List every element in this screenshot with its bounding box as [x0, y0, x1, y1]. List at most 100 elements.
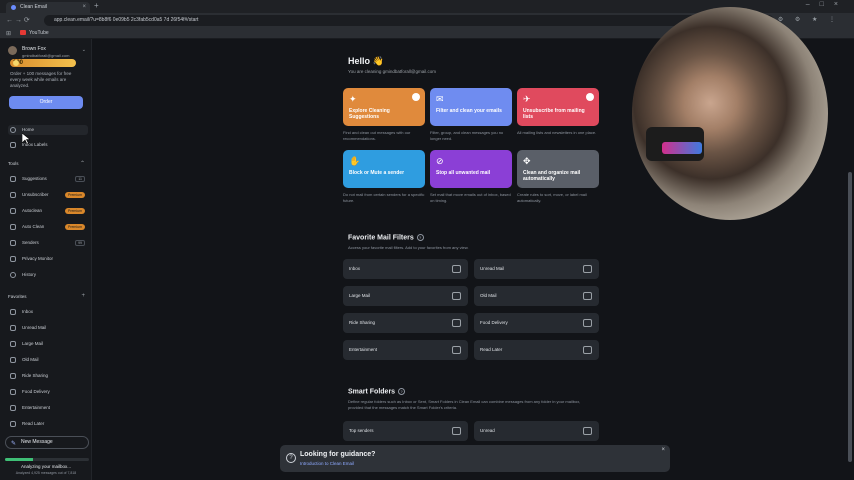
smart-folder-top-senders[interactable]: Top senders	[343, 421, 468, 441]
filter-label: Food Delivery	[480, 320, 508, 325]
sidebar-item-entertainment[interactable]: Entertainment	[8, 403, 88, 413]
sidebar-item-auto-clean[interactable]: Auto Clean Premium	[8, 222, 88, 232]
premium-badge: Premium	[64, 192, 85, 198]
youtube-icon	[20, 30, 26, 36]
scrollbar-thumb[interactable]	[848, 172, 852, 462]
favorite-filters-subtitle: Access your favorite mail filters. Add t…	[348, 245, 469, 250]
card-description: Find and clean out messages with our rec…	[343, 130, 411, 141]
sidebar-item-inbox-labels[interactable]: Inbox Labels	[8, 140, 88, 150]
favorites-heading: Favorites +	[8, 293, 85, 299]
sidebar-item-privacy-monitor[interactable]: Privacy Monitor	[8, 254, 88, 264]
card-stop-unwanted[interactable]: ⊘ Stop all unwanted mail	[430, 150, 512, 188]
sidebar-item-ride-sharing[interactable]: Ride Sharing	[8, 371, 88, 381]
smart-folders-subtitle: Define regular folders such as Inbox or …	[348, 399, 581, 410]
filter-label: Read Later	[480, 347, 503, 352]
sidebar-item-read-later[interactable]: Read Later	[8, 419, 88, 429]
card-description: Create rules to sort, move, or label mai…	[517, 192, 587, 203]
page-subtitle: You are cleaning gmindbatforall@gmail.co…	[348, 69, 436, 74]
card-block-mute[interactable]: ✋ Block or Mute a sender	[343, 150, 425, 188]
filter-label: Old Mail	[480, 293, 497, 298]
order-button[interactable]: Order	[9, 96, 83, 109]
webcam-overlay	[632, 7, 828, 220]
filter-inbox[interactable]: Inbox	[343, 259, 468, 279]
sidebar-item-unread-mail[interactable]: Unread Mail	[8, 323, 88, 333]
chevron-down-icon: ⌄	[81, 47, 86, 53]
card-description: Do not mail from certain senders for a s…	[343, 192, 425, 203]
filter-entertainment[interactable]: Entertainment	[343, 340, 468, 360]
sidebar-item-home[interactable]: Home	[8, 125, 88, 135]
card-auto-organize[interactable]: ✥ Clean and organize mail automatically	[517, 150, 599, 188]
help-icon[interactable]: ?	[416, 234, 424, 241]
extension-icons[interactable]: ⚙ ⚙ ★ ⋮	[778, 16, 840, 23]
progress-fill	[5, 458, 33, 461]
sidebar-item-senders[interactable]: Senders 99	[8, 238, 88, 248]
card-cleaning-suggestions[interactable]: ✦ Explore Cleaning Suggestions	[343, 88, 425, 126]
collapse-icon[interactable]: ⌃	[80, 160, 85, 167]
sidebar-item-food-delivery[interactable]: Food Delivery	[8, 387, 88, 397]
home-icon	[10, 127, 16, 133]
help-icon[interactable]: ?	[398, 388, 406, 395]
filter-unread-mail[interactable]: Unread Mail	[474, 259, 599, 279]
card-unsubscribe[interactable]: ✈ Unsubscribe from mailing lists	[517, 88, 599, 126]
premium-badge: Premium	[64, 224, 85, 230]
card-icon: ✈	[523, 94, 531, 104]
card-description: All mailing lists and newsletters in one…	[517, 130, 597, 135]
sidebar-item-autoclean[interactable]: Autoclean Premium	[8, 206, 88, 216]
toast-title: Looking for guidance?	[300, 451, 376, 458]
scrollbar[interactable]	[848, 42, 852, 472]
sidebar-item-suggestions[interactable]: Suggestions 11	[8, 174, 88, 184]
add-icon[interactable]: +	[81, 293, 85, 299]
card-icon: ⊘	[436, 156, 444, 166]
bookmark-icon	[10, 421, 16, 427]
filter-large-mail[interactable]: Large Mail	[343, 286, 468, 306]
new-tab-button[interactable]: +	[94, 1, 99, 10]
sidebar-item-large-mail[interactable]: Large Mail	[8, 339, 88, 349]
browser-tab[interactable]: Clean Email ×	[6, 2, 90, 13]
sidebar-item-unsubscriber[interactable]: Unsubscriber Premium	[8, 190, 88, 200]
page-title: Hello 👋	[348, 56, 384, 66]
filter-label: Entertainment	[349, 347, 378, 352]
avatar	[8, 46, 17, 55]
filter-label: Inbox	[349, 266, 361, 271]
address-bar[interactable]: app.clean.email/?u=8b8f6 0e09b5 2c3fab5c…	[44, 15, 774, 26]
unread-icon	[583, 427, 592, 435]
close-tab-icon[interactable]: ×	[82, 2, 86, 13]
card-title: Stop all unwanted mail	[436, 170, 491, 176]
order-text: Order + 100 messages for free every week…	[10, 71, 72, 88]
guidance-toast: ? Looking for guidance? Introduction to …	[280, 445, 670, 472]
sidebar-item-history[interactable]: History	[8, 270, 88, 280]
close-icon[interactable]: ×	[661, 447, 665, 453]
sidebar-item-old-mail[interactable]: Old Mail	[8, 355, 88, 365]
card-title: Unsubscribe from mailing lists	[523, 108, 585, 120]
toast-link[interactable]: Introduction to Clean Email	[300, 461, 354, 466]
card-title: Filter and clean your emails	[436, 108, 502, 114]
card-description: Filter, group, and clean messages you no…	[430, 130, 504, 141]
compose-icon: ✎	[11, 441, 17, 447]
filter-food-delivery[interactable]: Food Delivery	[474, 313, 599, 333]
new-message-button[interactable]: ✎ New Message	[5, 436, 89, 449]
sidebar: Brown Fox gmindbatforall@gmail.com ⌄ 100…	[0, 39, 92, 480]
sidebar-item-inbox[interactable]: Inbox	[8, 307, 88, 317]
old-mail-icon	[583, 292, 592, 300]
badge-icon	[412, 93, 420, 101]
filter-label: Ride Sharing	[349, 320, 376, 325]
nav-buttons[interactable]: ← → ⟳	[6, 16, 30, 24]
filter-old-mail[interactable]: Old Mail	[474, 286, 599, 306]
card-icon: ✥	[523, 156, 531, 166]
count-badge: 11	[75, 176, 85, 182]
card-filter-clean[interactable]: ✉ Filter and clean your emails	[430, 88, 512, 126]
filter-ride-sharing[interactable]: Ride Sharing	[343, 313, 468, 333]
apps-grid-icon[interactable]: ⊞	[6, 30, 11, 37]
favorite-filters-title: Favorite Mail Filters?	[348, 234, 424, 241]
filter-read-later[interactable]: Read Later	[474, 340, 599, 360]
bookmark-youtube[interactable]: YouTube	[20, 30, 49, 36]
card-icon: ✦	[349, 94, 357, 104]
truck-icon	[583, 319, 592, 327]
window-controls[interactable]: –□×	[806, 1, 848, 8]
analyzing-status: Analyzing your mailbox...	[20, 464, 72, 469]
unread-icon	[10, 325, 16, 331]
broom-icon	[10, 224, 16, 230]
filter-label: Unread Mail	[480, 266, 505, 271]
smart-folder-unread[interactable]: Unread	[474, 421, 599, 441]
mouse-cursor-icon	[22, 133, 30, 145]
